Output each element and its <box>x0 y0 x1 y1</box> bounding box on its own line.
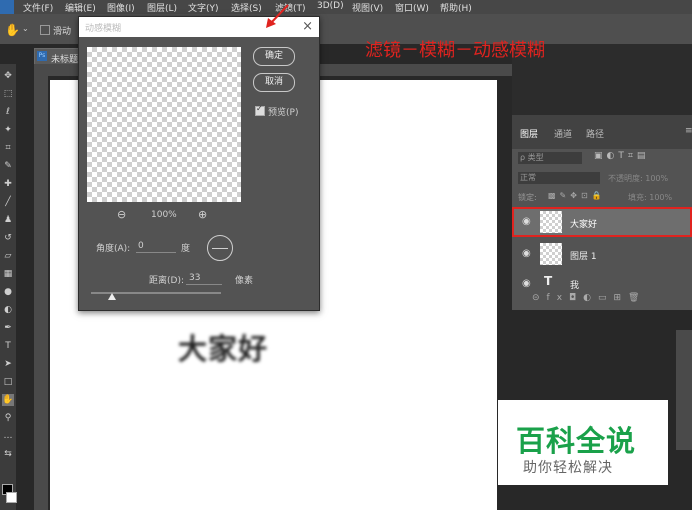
eraser-tool-icon[interactable]: ▱ <box>2 250 14 262</box>
zoom-in-icon[interactable]: ⊕ <box>198 208 207 221</box>
angle-input-underline <box>136 252 176 253</box>
menu-bar: 文件(F) 编辑(E) 图像(I) 图层(L) 文字(Y) 选择(S) 滤镜(T… <box>0 0 692 14</box>
lasso-tool-icon[interactable]: ℓ <box>2 106 14 118</box>
lock-label: 锁定: <box>518 193 537 202</box>
tab-channels[interactable]: 通道 <box>554 127 572 140</box>
eye-icon[interactable]: ◉ <box>522 216 531 227</box>
dialog-title: 动感模糊 <box>85 24 122 34</box>
layers-panel: 图层 通道 路径 ≡ ρ 类型 ▣◐T⌗▤ 正常 不透明度: 100% 锁定: … <box>512 115 692 310</box>
close-icon[interactable]: × <box>302 19 313 34</box>
layer-name: 图层 1 <box>570 252 597 262</box>
hand-tool-icon[interactable]: ✋ <box>2 394 14 406</box>
fill-field[interactable]: 填充: 100% <box>628 192 672 203</box>
menu-file[interactable]: 文件(F) <box>23 1 53 14</box>
background-color-swatch[interactable] <box>6 492 17 503</box>
chevron-down-icon[interactable]: ⌄ <box>22 24 29 33</box>
preview-label: 预览(P) <box>268 108 299 118</box>
tab-paths[interactable]: 路径 <box>586 127 604 140</box>
eyedropper-tool-icon[interactable]: ✎ <box>2 160 14 172</box>
ok-button[interactable]: 确定 <box>253 47 295 66</box>
layer-name: 我 <box>570 281 580 291</box>
path-select-tool-icon[interactable]: ➤ <box>2 358 14 370</box>
brush-tool-icon[interactable]: ╱ <box>2 196 14 208</box>
tools-panel: ✥ ⬚ ℓ ✦ ⌗ ✎ ✚ ╱ ♟ ↺ ▱ ▦ ● ◐ ✒ T ➤ □ ✋ ⚲ … <box>0 64 17 510</box>
magic-wand-tool-icon[interactable]: ✦ <box>2 124 14 136</box>
red-arrow-icon <box>266 4 289 28</box>
type-tool-icon[interactable]: T <box>2 340 14 352</box>
move-tool-icon[interactable]: ✥ <box>2 70 14 82</box>
gradient-tool-icon[interactable]: ▦ <box>2 268 14 280</box>
menu-image[interactable]: 图像(I) <box>107 1 135 14</box>
menu-window[interactable]: 窗口(W) <box>395 1 429 14</box>
zoom-out-icon[interactable]: ⊖ <box>117 208 126 221</box>
menu-3d[interactable]: 3D(D) <box>317 1 344 11</box>
ruler-vertical <box>34 64 48 510</box>
shape-tool-icon[interactable]: □ <box>2 376 14 388</box>
layer-name: 大家好 <box>570 220 598 230</box>
filter-icons[interactable]: ▣◐T⌗▤ <box>594 151 649 161</box>
history-panel-edge <box>676 330 692 450</box>
blur-tool-icon[interactable]: ● <box>2 286 14 298</box>
annotation-text: 滤镜－模糊－动感模糊 <box>365 40 545 61</box>
eye-icon[interactable]: ◉ <box>522 278 531 289</box>
healing-tool-icon[interactable]: ✚ <box>2 178 14 190</box>
more-tools-icon[interactable]: … <box>2 430 14 442</box>
angle-dial[interactable] <box>207 235 233 261</box>
stamp-tool-icon[interactable]: ♟ <box>2 214 14 226</box>
layer-row[interactable]: ◉ 图层 1 <box>512 239 692 269</box>
panel-tabs: 图层 通道 路径 ≡ <box>512 115 692 149</box>
watermark: 百科全说 助你轻松解决 <box>498 400 668 485</box>
angle-unit: 度 <box>181 244 191 254</box>
panel-menu-icon[interactable]: ≡ <box>685 126 692 136</box>
pen-tool-icon[interactable]: ✒ <box>2 322 14 334</box>
cancel-button[interactable]: 取消 <box>253 73 295 92</box>
blend-mode-select[interactable]: 正常 <box>518 172 600 184</box>
layer-action-icons[interactable]: ⊝fx◘◐▭⊞🗑 <box>532 293 646 303</box>
preview-checkbox[interactable] <box>255 104 265 116</box>
watermark-title: 百科全说 <box>516 424 637 458</box>
motion-blur-dialog: 动感模糊 × ⊖ 100% ⊕ 确定 取消 预览(P) 角度(A): 0 度 距… <box>78 16 320 311</box>
distance-unit: 像素 <box>235 276 254 286</box>
text-layer-icon: T <box>544 274 553 288</box>
menu-help[interactable]: 帮助(H) <box>440 1 472 14</box>
distance-label: 距离(D): <box>149 276 184 286</box>
menu-view[interactable]: 视图(V) <box>352 1 383 14</box>
eye-icon[interactable]: ◉ <box>522 248 531 259</box>
layer-filter-select[interactable]: ρ 类型 <box>518 152 582 164</box>
marquee-tool-icon[interactable]: ⬚ <box>2 88 14 100</box>
scroll-all-checkbox[interactable] <box>40 25 50 35</box>
layer-thumbnail <box>540 211 562 233</box>
zoom-tool-icon[interactable]: ⚲ <box>2 412 14 424</box>
history-brush-tool-icon[interactable]: ↺ <box>2 232 14 244</box>
blur-preview[interactable] <box>87 47 241 202</box>
lock-icons[interactable]: ▩✎✥⊡🔒 <box>548 191 606 200</box>
tab-layers[interactable]: 图层 <box>520 127 538 140</box>
angle-input[interactable]: 0 <box>138 241 144 251</box>
ps-doc-icon: Ps <box>37 51 47 61</box>
swap-colors-icon[interactable]: ⇆ <box>2 448 14 460</box>
scroll-all-label: 滑动 <box>53 27 72 37</box>
menu-select[interactable]: 选择(S) <box>231 1 262 14</box>
opacity-field[interactable]: 不透明度: 100% <box>608 173 668 184</box>
zoom-level: 100% <box>151 210 177 220</box>
hand-tool-icon[interactable]: ✋ <box>5 23 20 37</box>
menu-type[interactable]: 文字(Y) <box>188 1 219 14</box>
layer-row-selected[interactable]: ◉ 大家好 <box>512 207 692 237</box>
layer-thumbnail <box>540 243 562 265</box>
distance-input-underline <box>186 284 222 285</box>
angle-label: 角度(A): <box>96 244 131 254</box>
watermark-subtitle: 助你轻松解决 <box>523 460 613 476</box>
distance-slider-handle[interactable] <box>108 293 117 300</box>
canvas-text: 大家好 <box>178 332 269 366</box>
dodge-tool-icon[interactable]: ◐ <box>2 304 14 316</box>
ps-logo-icon <box>0 0 14 14</box>
menu-edit[interactable]: 编辑(E) <box>65 1 96 14</box>
distance-input[interactable]: 33 <box>189 273 200 283</box>
menu-layer[interactable]: 图层(L) <box>147 1 177 14</box>
crop-tool-icon[interactable]: ⌗ <box>2 142 14 154</box>
